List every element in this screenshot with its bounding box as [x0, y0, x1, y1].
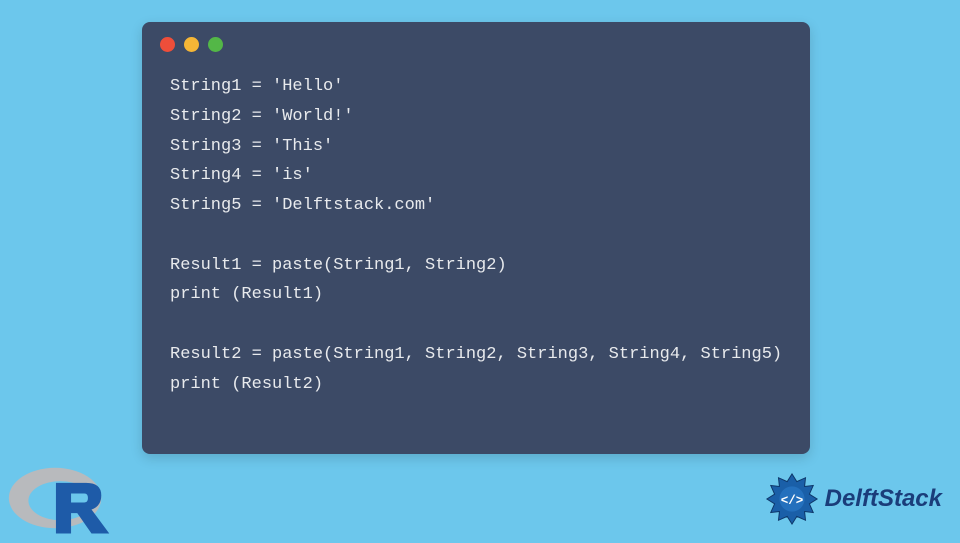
code-window: String1 = 'Hello' String2 = 'World!' Str…: [142, 22, 810, 454]
delftstack-badge-icon: </>: [763, 470, 821, 528]
r-logo-icon: [2, 458, 117, 538]
delftstack-label: DelftStack: [825, 485, 942, 513]
delftstack-logo: </> DelftStack: [763, 470, 942, 528]
svg-text:</>: </>: [780, 494, 803, 508]
minimize-icon[interactable]: [184, 37, 199, 52]
close-icon[interactable]: [160, 37, 175, 52]
window-controls: [142, 22, 810, 60]
maximize-icon[interactable]: [208, 37, 223, 52]
code-content: String1 = 'Hello' String2 = 'World!' Str…: [142, 60, 810, 419]
